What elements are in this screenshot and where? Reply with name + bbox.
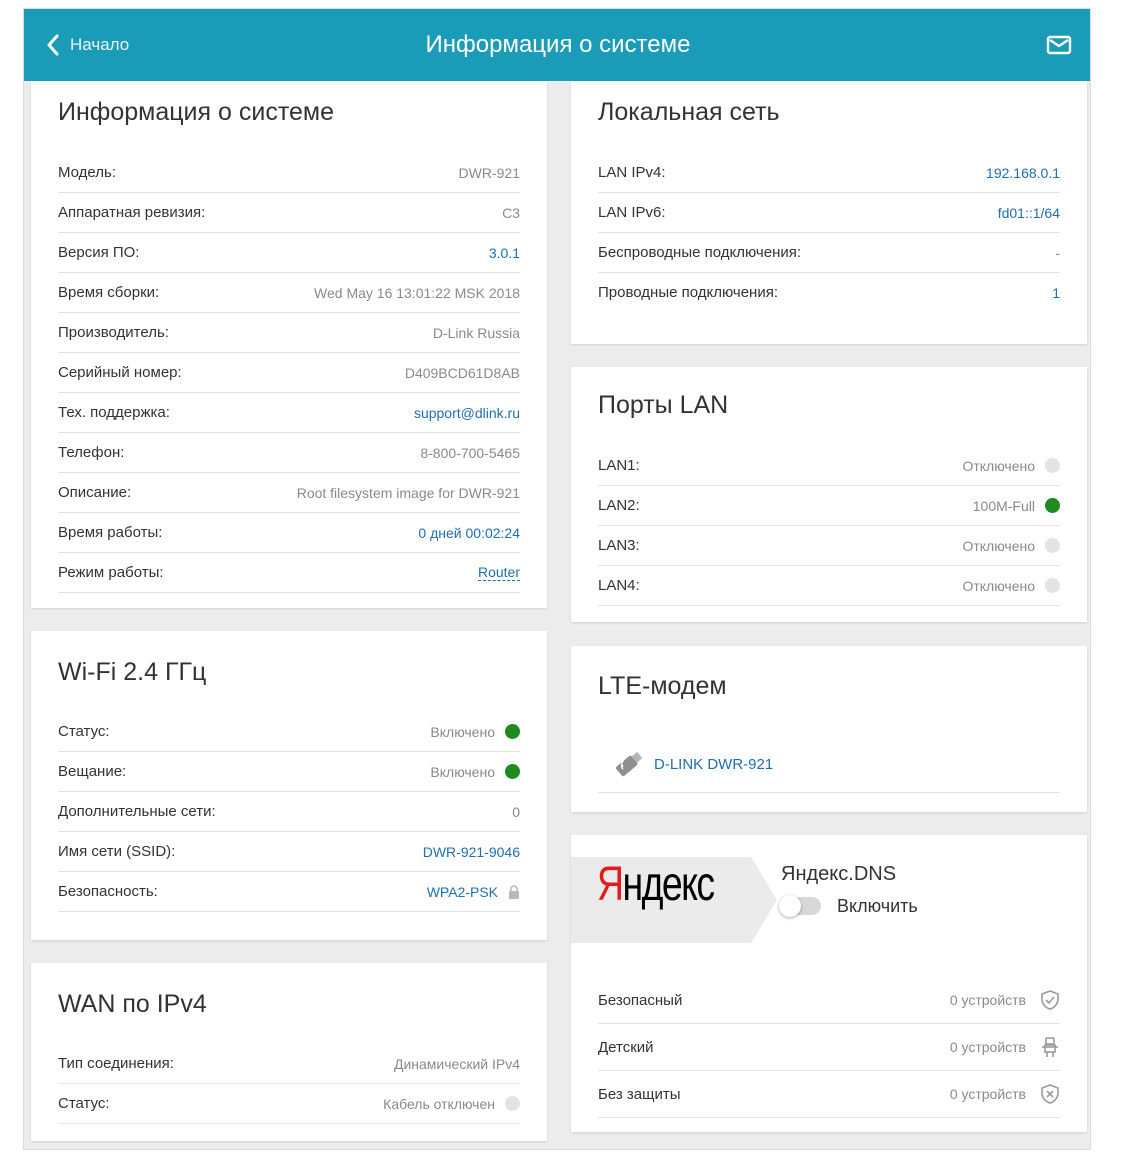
toggle-label: Включить bbox=[837, 896, 918, 916]
security-link[interactable]: WPA2-PSK bbox=[427, 884, 498, 900]
wifi-row-security: Безопасность: WPA2-PSK bbox=[58, 872, 520, 912]
wan-title: WAN по IPv4 bbox=[58, 990, 207, 1018]
top-header: Начало Информация о системе bbox=[24, 9, 1090, 81]
lte-modem-card: LTE-модем D-LINK DWR-921 bbox=[571, 646, 1087, 812]
lan-card: Локальная сеть LAN IPv4: 192.168.0.1 LAN … bbox=[571, 81, 1087, 344]
mail-icon[interactable] bbox=[1046, 35, 1072, 55]
lte-device-row[interactable]: D-LINK DWR-921 bbox=[598, 736, 1060, 793]
status-off-indicator bbox=[1045, 538, 1060, 553]
wan-card: WAN по IPv4 Тип соединения: Динамический … bbox=[31, 963, 547, 1141]
yandex-logo-letter: Я bbox=[597, 858, 624, 911]
wan-row-status: Статус: Кабель отключен bbox=[58, 1084, 520, 1124]
lan-row-wireless: Беспроводные подключения: - bbox=[598, 233, 1060, 273]
info-row-uptime: Время работы: 0 дней 00:02:24 bbox=[58, 513, 520, 553]
wifi-row-extra-networks: Дополнительные сети: 0 bbox=[58, 792, 520, 832]
yandex-logo-rest: ндекс bbox=[622, 858, 715, 911]
wifi-row-status: Статус: Включено bbox=[58, 712, 520, 752]
banner-arrow-shape bbox=[751, 857, 777, 943]
lan-row-wired: Проводные подключения: 1 bbox=[598, 284, 1060, 301]
wifi-row-ssid: Имя сети (SSID): DWR-921-9046 bbox=[58, 832, 520, 872]
status-off-indicator bbox=[1045, 458, 1060, 473]
ssid-link[interactable]: DWR-921-9046 bbox=[423, 844, 520, 860]
system-info-title: Информация о системе bbox=[58, 98, 334, 126]
status-on-indicator bbox=[505, 724, 520, 739]
mode-link[interactable]: Router bbox=[477, 564, 520, 581]
lan-ports-title: Порты LAN bbox=[598, 391, 729, 419]
page-title: Информация о системе bbox=[425, 31, 691, 58]
support-email-link[interactable]: support@dlink.ru bbox=[414, 405, 520, 421]
shield-x-icon bbox=[1041, 1084, 1059, 1104]
info-row-support: Тех. поддержка: support@dlink.ru bbox=[58, 393, 520, 433]
yandex-dns-toggle[interactable] bbox=[779, 895, 821, 917]
info-row-model: Модель: DWR-921 bbox=[58, 153, 520, 193]
info-row-description: Описание: Root filesystem image for DWR-9… bbox=[58, 473, 520, 513]
yandex-dns-title: Яндекс.DNS bbox=[781, 863, 897, 885]
shield-check-icon bbox=[1041, 990, 1059, 1010]
yandex-row-safe: Безопасный 0 устройств bbox=[598, 977, 1060, 1024]
port-row-lan1: LAN1: Отключено bbox=[598, 446, 1060, 486]
lan-row-ipv6: LAN IPv6: fd01::1/64 bbox=[598, 193, 1060, 233]
info-row-hw-revision: Аппаратная ревизия: C3 bbox=[58, 193, 520, 233]
lan-ipv4-link[interactable]: 192.168.0.1 bbox=[986, 165, 1060, 181]
status-off-indicator bbox=[1045, 578, 1060, 593]
usb-modem-icon bbox=[616, 751, 643, 777]
child-icon bbox=[1042, 1037, 1058, 1057]
wifi-title: Wi-Fi 2.4 ГГц bbox=[58, 658, 207, 686]
port-row-lan4: LAN4: Отключено bbox=[598, 566, 1060, 606]
info-row-vendor: Производитель: D-Link Russia bbox=[58, 313, 520, 353]
system-info-card: Информация о системе Модель: DWR-921 Аппа… bbox=[31, 81, 547, 608]
lte-title: LTE-модем bbox=[598, 672, 727, 700]
uptime-link[interactable]: 0 дней 00:02:24 bbox=[418, 525, 520, 541]
firmware-link[interactable]: 3.0.1 bbox=[489, 245, 520, 261]
app-frame: Начало Информация о системе Информация о… bbox=[23, 8, 1091, 1150]
info-row-build-time: Время сборки: Wed May 16 13:01:22 MSK 201… bbox=[58, 273, 520, 313]
status-off-indicator bbox=[505, 1096, 520, 1111]
status-on-indicator bbox=[1045, 498, 1060, 513]
lan-ports-card: Порты LAN LAN1: Отключено LAN2: 100M-Full … bbox=[571, 367, 1087, 622]
info-row-serial: Серийный номер: D409BCD61D8AB bbox=[58, 353, 520, 393]
wired-count-link[interactable]: 1 bbox=[1052, 285, 1060, 301]
toggle-knob bbox=[779, 895, 801, 917]
lte-device-name[interactable]: D-LINK DWR-921 bbox=[654, 756, 773, 773]
lan-title: Локальная сеть bbox=[598, 98, 780, 126]
port-row-lan3: LAN3: Отключено bbox=[598, 526, 1060, 566]
wifi-row-broadcast: Вещание: Включено bbox=[58, 752, 520, 792]
yandex-logo: Яндекс bbox=[597, 857, 715, 912]
port-row-lan2: LAN2: 100M-Full bbox=[598, 486, 1060, 526]
lock-icon bbox=[509, 884, 519, 899]
lan-row-ipv4: LAN IPv4: 192.168.0.1 bbox=[598, 153, 1060, 193]
status-on-indicator bbox=[505, 764, 520, 779]
yandex-row-child: Детский 0 устройств bbox=[598, 1024, 1060, 1071]
wan-row-type: Тип соединения: Динамический IPv4 bbox=[58, 1044, 520, 1084]
info-row-mode: Режим работы: Router bbox=[58, 553, 520, 593]
wifi-card: Wi-Fi 2.4 ГГц Статус: Включено Вещание: Вк… bbox=[31, 631, 547, 940]
info-row-firmware: Версия ПО: 3.0.1 bbox=[58, 233, 520, 273]
info-row-phone: Телефон: 8-800-700-5465 bbox=[58, 433, 520, 473]
lan-ipv6-link[interactable]: fd01::1/64 bbox=[998, 205, 1060, 221]
yandex-row-none: Без защиты 0 устройств bbox=[598, 1071, 1060, 1118]
yandex-dns-card: Яндекс Яндекс.DNS Включить Безопасный 0 … bbox=[571, 835, 1087, 1132]
